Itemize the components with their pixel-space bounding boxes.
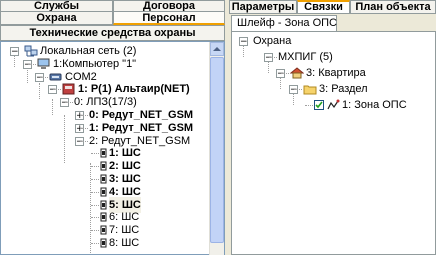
tree-line <box>65 102 73 104</box>
subtab-loop-zone[interactable]: Шлейф - Зона ОПС <box>231 15 337 31</box>
equipment-tree-panel: − Локальная сеть (2) −1:Компьютер "1" − COM2… <box>0 41 225 255</box>
scroll-up-arrow-icon <box>213 47 221 51</box>
tree-line <box>91 204 99 206</box>
tree-item-label: МХПИГ (5) <box>278 51 333 63</box>
collapse-minus-icon[interactable]: − <box>239 37 248 47</box>
tree-line <box>80 127 88 129</box>
links-tree-item[interactable]: МХПИГ (5) <box>278 49 333 65</box>
tree-line <box>53 89 61 91</box>
tab-personnel[interactable]: Персонал <box>113 11 225 25</box>
tab-parameters[interactable]: Параметры <box>229 0 297 13</box>
folder-icon <box>303 83 317 98</box>
tree-item-label: 8: ШС <box>109 237 140 249</box>
tab-object-plan[interactable]: План объекта <box>350 0 436 13</box>
tree-line <box>269 57 277 58</box>
tree-line <box>64 115 65 163</box>
section-header-technical-means: Технические средства охраны <box>0 25 225 41</box>
tab-links[interactable]: Связки <box>297 0 350 13</box>
tree-line <box>294 89 302 90</box>
tree-line <box>80 115 88 116</box>
links-tree-item[interactable]: Охрана <box>253 33 291 49</box>
house-icon <box>289 67 305 82</box>
tree-line <box>305 105 313 106</box>
links-tree-item[interactable]: 3: Квартира <box>306 65 366 81</box>
tree-line <box>90 163 91 254</box>
collapse-minus-icon[interactable]: − <box>10 47 19 57</box>
panel-splitter[interactable] <box>225 0 229 255</box>
tree-item-label: 3: Квартира <box>306 67 366 79</box>
loop-icon <box>100 237 108 252</box>
tree-line <box>91 153 99 155</box>
tree-item-label: 1: Зона ОПС <box>342 99 407 111</box>
tree-line <box>281 73 289 74</box>
tree-line <box>91 230 99 232</box>
network-icon <box>24 45 38 60</box>
tree-line <box>91 179 99 180</box>
tree-item-label: 3: Раздел <box>319 83 368 95</box>
tree-line <box>91 166 99 168</box>
zone-icon <box>326 99 340 114</box>
com-port-icon <box>49 71 63 86</box>
tree-line <box>80 140 88 142</box>
scroll-thumb[interactable] <box>210 57 224 243</box>
tab-security[interactable]: Охрана <box>0 11 113 25</box>
tree-item-loop[interactable]: 8: ШС <box>109 235 139 251</box>
tree-line <box>28 63 36 65</box>
tab-services[interactable]: Службы <box>0 0 113 11</box>
tree-line <box>40 76 48 78</box>
tabs-baseline <box>229 13 436 14</box>
tree-item-label: Охрана <box>253 35 292 47</box>
tree-line <box>91 191 99 193</box>
tab-contracts[interactable]: Договора <box>113 0 225 11</box>
links-tree-item[interactable]: 3: Раздел <box>319 81 368 97</box>
tree-line <box>91 217 99 219</box>
tree-line <box>52 99 53 115</box>
links-tree-item[interactable]: 1: Зона ОПС <box>342 97 407 113</box>
links-tree-panel: − Охрана − МХПИГ (5) −3: Квартира −3: Раздел 1… <box>231 31 436 255</box>
zone-checkbox[interactable] <box>314 100 324 113</box>
tree-line <box>91 243 99 244</box>
tree-line <box>39 83 40 99</box>
